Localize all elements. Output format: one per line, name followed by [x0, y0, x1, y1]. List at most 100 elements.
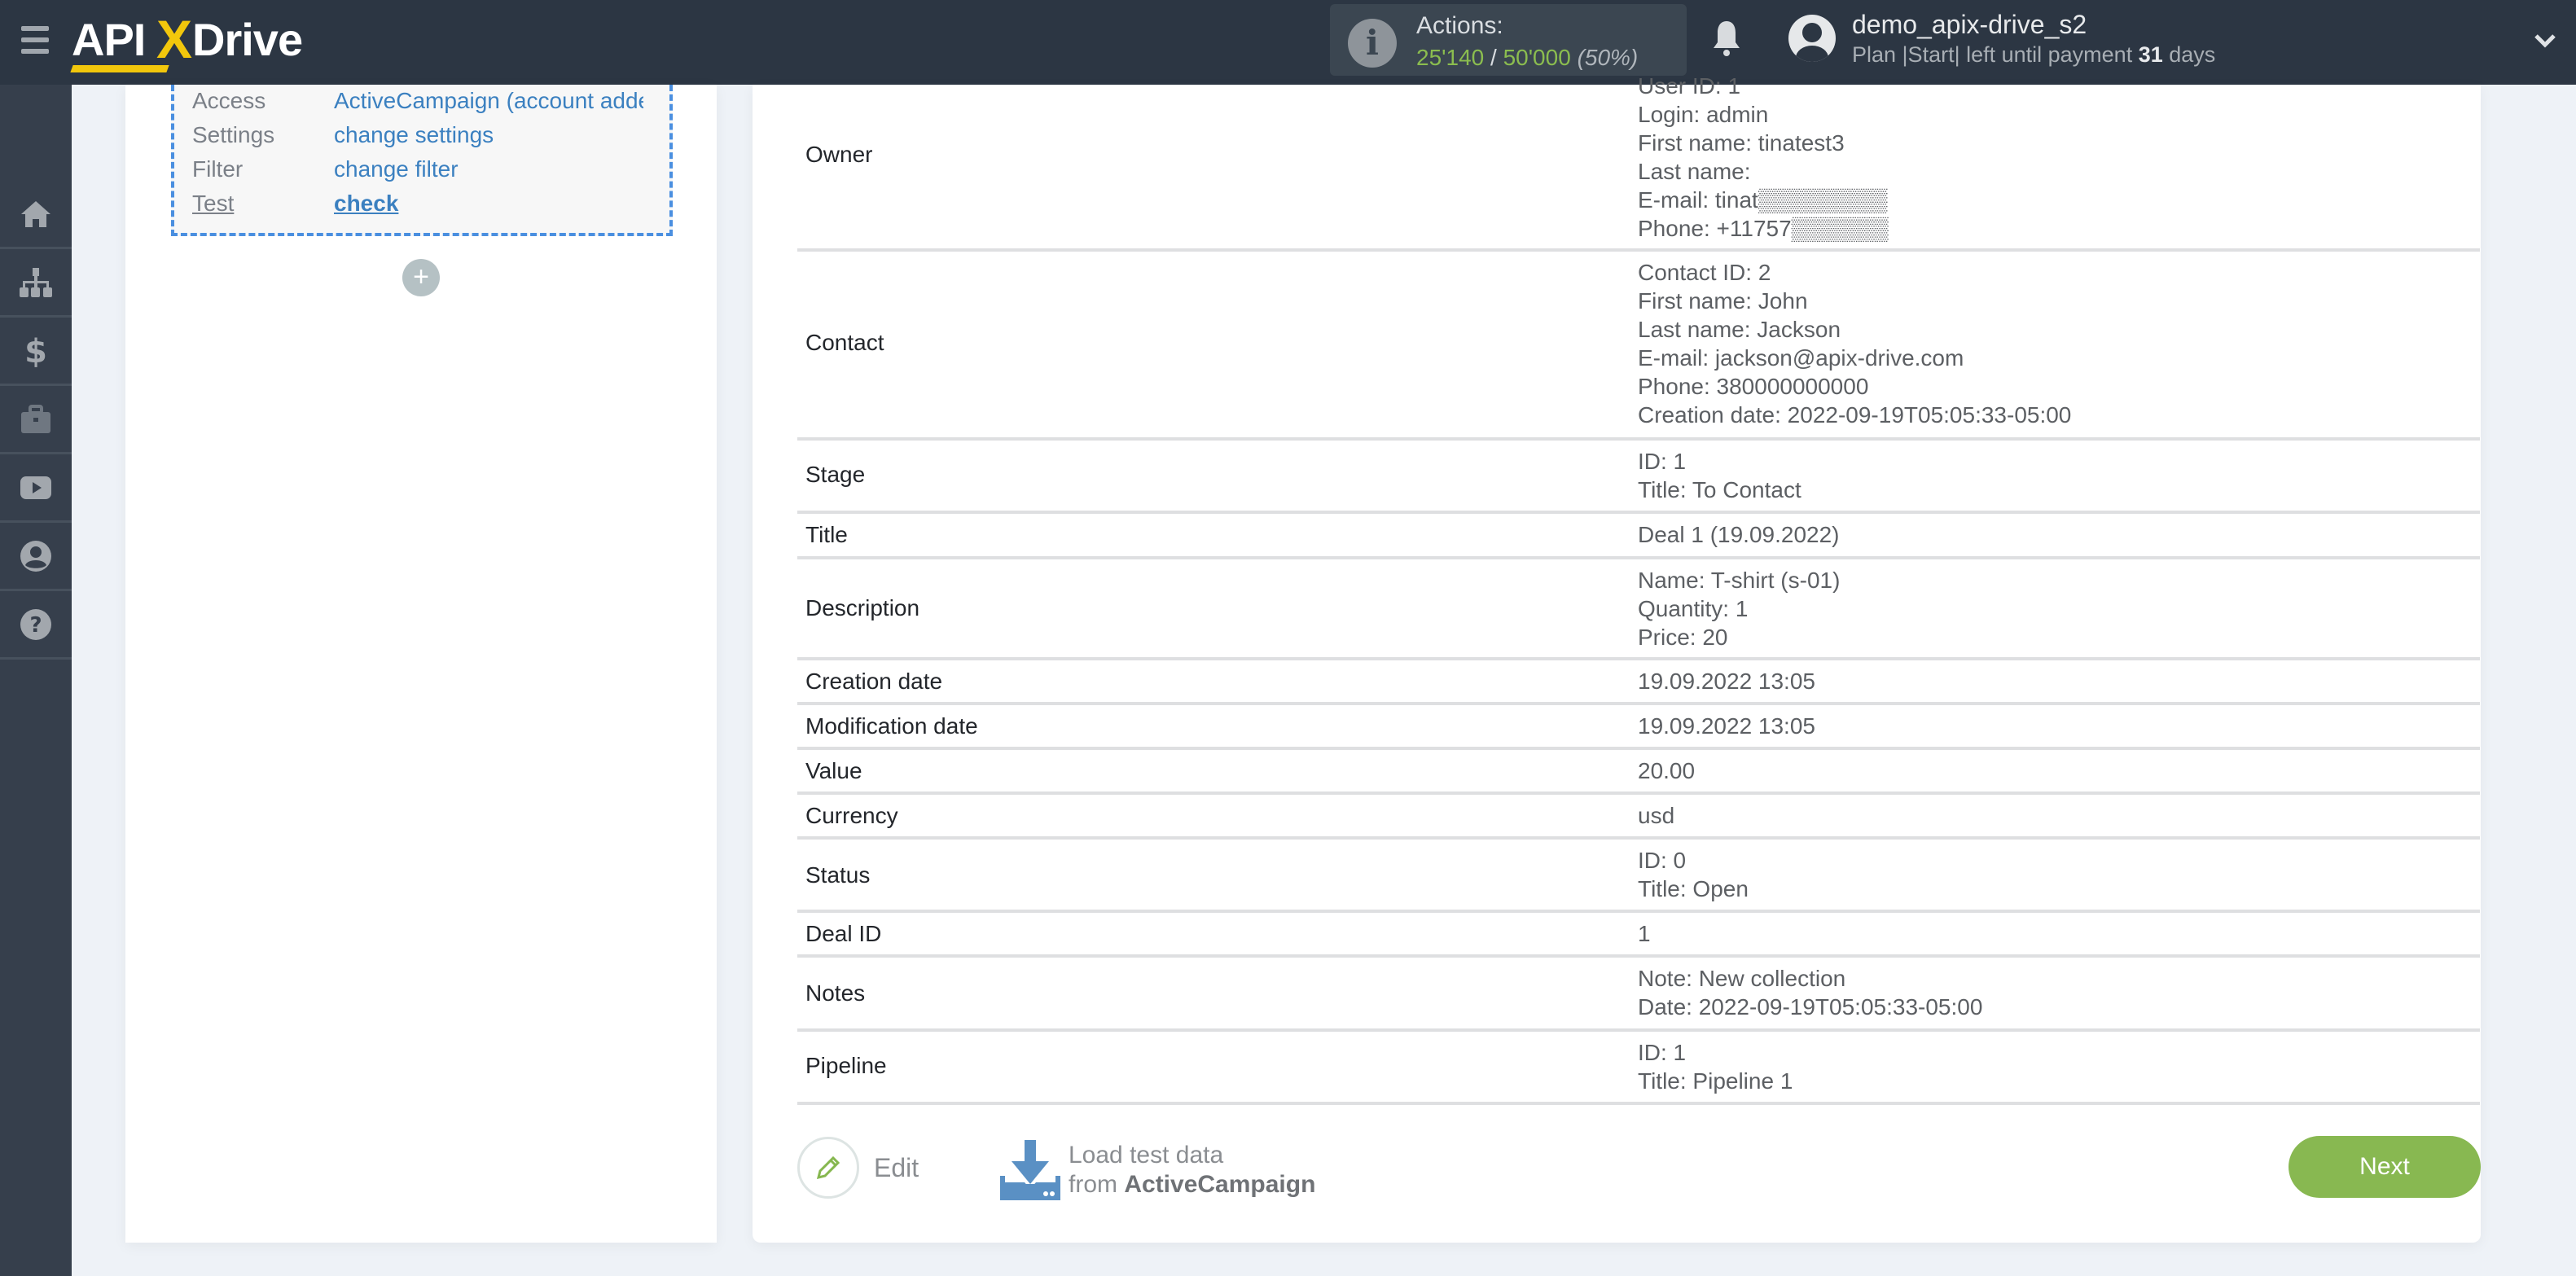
pencil-icon — [816, 1155, 840, 1180]
row-label: Notes — [805, 980, 866, 1006]
edit-label: Edit — [874, 1152, 919, 1182]
row-label: Status — [805, 862, 871, 888]
user-name[interactable]: demo_apix-drive_s2 — [1852, 10, 2087, 40]
edit-icon-circle — [797, 1137, 859, 1199]
user-avatar-icon[interactable] — [1788, 15, 1836, 62]
table-row: Stage ID: 1 Title: To Contact — [797, 441, 2480, 514]
row-label: Deal ID — [805, 921, 882, 946]
row-label: Title — [805, 522, 848, 547]
row-value: 19.09.2022 13:05 — [1638, 669, 1815, 694]
row-value: usd — [1638, 803, 1675, 828]
help-icon: ? — [20, 608, 51, 640]
table-row: Notes Note: New collection Date: 2022-09… — [797, 958, 2480, 1032]
row-label: Contact — [805, 330, 884, 355]
row-value: Note: New collection Date: 2022-09-19T05… — [1638, 966, 1983, 1019]
actions-separator: / — [1484, 45, 1503, 70]
table-row: Deal ID 1 — [797, 913, 2480, 958]
row-label: Pipeline — [805, 1053, 887, 1078]
left-sidebar: $ ? — [0, 85, 72, 1276]
nav-connections[interactable] — [0, 249, 72, 318]
logo-x-text: X — [156, 9, 193, 69]
row-label: Currency — [805, 803, 898, 828]
load-service-name: ActiveCampaign — [1124, 1171, 1316, 1198]
load-line-2-prefix: from — [1069, 1171, 1125, 1198]
info-icon: i — [1348, 19, 1397, 68]
row-label: Value — [805, 758, 862, 783]
bell-icon[interactable] — [1710, 18, 1743, 59]
nav-profile[interactable] — [0, 523, 72, 591]
test-link[interactable]: Test — [192, 191, 234, 217]
svg-text:$: $ — [24, 333, 47, 369]
table-row: Description Name: T-shirt (s-01) Quantit… — [797, 559, 2480, 660]
user-plan-info: Plan |Start| left until payment 31 days — [1852, 42, 2215, 68]
step-key: Access — [192, 88, 266, 113]
home-icon — [21, 200, 50, 227]
row-value: User ID: 1 Login: admin First name: tina… — [1638, 73, 1889, 241]
row-label: Modification date — [805, 713, 978, 739]
load-line-1: Load test data — [1069, 1142, 1224, 1169]
check-link[interactable]: check — [334, 191, 643, 217]
load-test-data-label: Load test data from ActiveCampaign — [1069, 1141, 1315, 1199]
plan-prefix: Plan |Start| left until payment — [1852, 42, 2139, 67]
logo-api-text: API — [72, 14, 146, 65]
logo-underline — [70, 65, 169, 72]
logo-drive-text: Drive — [192, 14, 303, 65]
download-icon — [1000, 1140, 1060, 1200]
next-button[interactable]: Next — [2289, 1136, 2481, 1198]
row-label: Owner — [805, 142, 873, 167]
table-row: Status ID: 0 Title: Open — [797, 840, 2480, 913]
table-row: Title Deal 1 (19.09.2022) — [797, 514, 2480, 559]
test-data-panel: Owner User ID: 1 Login: admin First name… — [753, 73, 2481, 1243]
row-value: 1 — [1638, 921, 1651, 946]
row-value: ID: 0 Title: Open — [1638, 848, 1749, 901]
step-key: Filter — [192, 156, 244, 182]
plan-days: 31 — [2138, 42, 2163, 67]
table-row: Value 20.00 — [797, 750, 2480, 795]
nav-home[interactable] — [0, 181, 72, 249]
row-value: ID: 1 Title: To Contact — [1638, 449, 1801, 502]
load-line-2: from ActiveCampaign — [1069, 1170, 1315, 1199]
user-circle-icon — [20, 540, 51, 572]
nav-services[interactable] — [0, 386, 72, 454]
row-label: Description — [805, 595, 920, 620]
table-row: Pipeline ID: 1 Title: Pipeline 1 — [797, 1032, 2480, 1105]
row-value: Name: T-shirt (s-01) Quantity: 1 Price: … — [1638, 568, 1841, 650]
briefcase-icon — [21, 404, 50, 433]
nav-help[interactable]: ? — [0, 591, 72, 660]
actions-values: 25'140 / 50'000 (50%) — [1416, 45, 1638, 71]
row-value: 20.00 — [1638, 758, 1696, 783]
actions-limit: 50'000 — [1503, 45, 1571, 70]
actions-used: 25'140 — [1416, 45, 1485, 70]
top-header: API X Drive i Actions: 25'140 / 50'000 (… — [0, 0, 2576, 85]
edit-button[interactable]: Edit — [797, 1137, 919, 1199]
actions-counter: i Actions: 25'140 / 50'000 (50%) — [1330, 4, 1687, 76]
table-row: Contact Contact ID: 2 First name: John L… — [797, 252, 2480, 441]
chevron-down-icon[interactable] — [2533, 28, 2557, 52]
table-row: Modification date 19.09.2022 13:05 — [797, 705, 2480, 750]
step-card: Access ActiveCampaign (account adde Sett… — [171, 85, 673, 236]
actions-label: Actions: — [1416, 12, 1503, 39]
source-step-panel: Access ActiveCampaign (account adde Sett… — [125, 85, 717, 1243]
hamburger-menu-icon[interactable] — [21, 26, 49, 55]
row-value: Contact ID: 2 First name: John Last name… — [1638, 260, 2072, 428]
test-data-table: Owner User ID: 1 Login: admin First name… — [797, 73, 2480, 1105]
row-value: Deal 1 (19.09.2022) — [1638, 522, 1840, 547]
table-row: Creation date 19.09.2022 13:05 — [797, 660, 2480, 705]
table-row: Owner User ID: 1 Login: admin First name… — [797, 73, 2480, 252]
access-link[interactable]: ActiveCampaign (account adde — [334, 88, 643, 114]
row-label: Creation date — [805, 669, 943, 694]
sitemap-icon — [20, 267, 52, 297]
row-label: Stage — [805, 462, 866, 487]
plan-days-suffix: days — [2162, 42, 2216, 67]
youtube-icon — [20, 476, 51, 499]
row-value: ID: 1 Title: Pipeline 1 — [1638, 1040, 1793, 1094]
nav-video[interactable] — [0, 454, 72, 523]
table-row: Currency usd — [797, 795, 2480, 840]
change-filter-link[interactable]: change filter — [334, 156, 643, 182]
dollar-icon: $ — [24, 333, 47, 369]
load-test-data-button[interactable]: Load test data from ActiveCampaign — [1000, 1140, 1315, 1200]
nav-billing[interactable]: $ — [0, 318, 72, 386]
step-key: Settings — [192, 122, 275, 147]
add-step-button[interactable]: + — [402, 259, 440, 296]
change-settings-link[interactable]: change settings — [334, 122, 643, 148]
